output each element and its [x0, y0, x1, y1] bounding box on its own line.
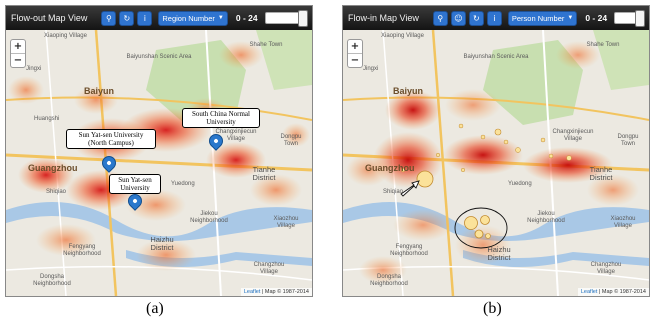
- zoom-out-button[interactable]: −: [11, 53, 25, 67]
- zoom-in-button[interactable]: +: [348, 40, 362, 53]
- leaflet-link[interactable]: Leaflet: [581, 289, 598, 295]
- region-number-select[interactable]: Region Number ▼: [158, 10, 228, 26]
- map-label: Xiaoping Village: [381, 33, 424, 39]
- map-label: Changzhou Village: [253, 262, 285, 275]
- zoom-control: + −: [10, 39, 26, 68]
- flow-in-map-panel: Flow-in Map View ⚲ ☺ ↻ i Person Number ▼…: [342, 5, 650, 297]
- caret-down-icon: ▼: [217, 15, 224, 21]
- map-label-district: Haizhu District: [150, 235, 174, 252]
- map-view-title: Flow-in Map View: [348, 13, 419, 23]
- zoom-in-button[interactable]: +: [11, 40, 25, 53]
- map-label-district: Haizhu District: [487, 245, 511, 262]
- map-label: Dongsha Neighborhood: [33, 274, 71, 287]
- info-icon[interactable]: i: [486, 10, 502, 26]
- heat-spot: [445, 89, 501, 121]
- flow-circle-marker[interactable]: [494, 128, 502, 136]
- range-slider-handle[interactable]: [298, 10, 308, 27]
- zoom-control: + −: [347, 39, 363, 68]
- flow-circle-marker[interactable]: [416, 170, 434, 188]
- map-pin-icon[interactable]: ⚲: [432, 10, 448, 26]
- map-label: Shahe Town: [249, 42, 283, 48]
- flow-circle-marker[interactable]: [464, 216, 478, 230]
- map-attribution: Leaflet | Map © 1987-2014: [240, 288, 312, 296]
- map-label-major: Guangzhou: [365, 163, 415, 173]
- select-label: Person Number: [511, 13, 565, 23]
- map-label: Changxinjiecun Village: [552, 129, 594, 142]
- range-slider[interactable]: [264, 10, 308, 27]
- select-label: Region Number: [162, 13, 215, 23]
- attribution-text: | Map © 1987-2014: [261, 289, 309, 295]
- map-label: Fengyang Neighborhood: [63, 244, 101, 257]
- leaflet-link[interactable]: Leaflet: [244, 289, 261, 295]
- map-label: Jingxi: [363, 66, 379, 72]
- map-pin-icon[interactable]: ⚲: [101, 10, 117, 26]
- info-icon[interactable]: i: [137, 10, 153, 26]
- flow-out-map-panel: Flow-out Map View ⚲ ↻ i Region Number ▼ …: [5, 5, 313, 297]
- map-label: Xiaozhou Village: [273, 216, 299, 229]
- university-callout: Sun Yat-sen University (North Campus): [66, 129, 156, 149]
- map-label-major: Baiyun: [393, 86, 424, 96]
- map-label: Shiqiao: [383, 189, 404, 195]
- flow-circle-marker[interactable]: [474, 229, 484, 239]
- map-view-title: Flow-out Map View: [11, 13, 88, 23]
- refresh-icon[interactable]: ↻: [468, 10, 484, 26]
- map-label: Huangshi: [34, 116, 60, 122]
- map-label: Jiekou Neighborhood: [190, 211, 228, 224]
- heat-spot: [393, 209, 453, 241]
- map-label: Jingxi: [26, 66, 42, 72]
- flow-circle-marker[interactable]: [515, 147, 521, 153]
- map-label: Dongpu Town: [280, 134, 302, 147]
- range-slider[interactable]: [614, 10, 645, 27]
- user-icon[interactable]: ☺: [450, 10, 466, 26]
- map-label-district: Tianhe District: [589, 165, 613, 182]
- university-callout: South China Normal University: [182, 108, 260, 128]
- map-label: Baiyunshan Scenic Area: [463, 54, 529, 60]
- map-label-district: Tianhe District: [252, 165, 276, 182]
- map-label: Yuedong: [508, 181, 532, 187]
- refresh-icon[interactable]: ↻: [119, 10, 135, 26]
- map-label: Xiaozhou Village: [610, 216, 636, 229]
- range-slider-handle[interactable]: [635, 10, 645, 27]
- map-toolbar: Flow-out Map View ⚲ ↻ i Region Number ▼ …: [6, 6, 312, 30]
- subfigure-caption: (a): [146, 300, 164, 317]
- map-label: Shiqiao: [46, 189, 67, 195]
- range-readout: 0 - 24: [585, 13, 608, 23]
- caret-down-icon: ▼: [567, 15, 574, 21]
- map-label: Dongsha Neighborhood: [370, 274, 408, 287]
- range-readout: 0 - 24: [235, 13, 258, 23]
- flow-circle-marker[interactable]: [458, 123, 464, 129]
- map-label: Yuedong: [171, 181, 195, 187]
- map-label: Shahe Town: [586, 42, 620, 48]
- attribution-text: | Map © 1987-2014: [598, 289, 646, 295]
- person-number-select[interactable]: Person Number ▼: [507, 10, 578, 26]
- map-label-major: Baiyun: [84, 86, 115, 96]
- subfigure-caption: (b): [483, 300, 502, 317]
- map-attribution: Leaflet | Map © 1987-2014: [577, 288, 649, 296]
- flow-circle-marker[interactable]: [480, 215, 490, 225]
- map-label-major: Guangzhou: [28, 163, 78, 173]
- zoom-out-button[interactable]: −: [348, 53, 362, 67]
- heat-spot: [443, 135, 523, 175]
- map-label: Baiyunshan Scenic Area: [126, 54, 192, 60]
- flow-circle-marker[interactable]: [566, 155, 572, 161]
- flow-circle-marker[interactable]: [435, 152, 441, 158]
- flow-circle-marker[interactable]: [548, 153, 554, 159]
- heat-spot: [8, 76, 44, 104]
- map-label: Dongpu Town: [617, 134, 639, 147]
- map-label: Jiekou Neighborhood: [527, 211, 565, 224]
- map-label: Fengyang Neighborhood: [390, 244, 428, 257]
- map-toolbar: Flow-in Map View ⚲ ☺ ↻ i Person Number ▼…: [343, 6, 649, 30]
- flow-circle-marker[interactable]: [460, 167, 466, 173]
- university-callout: Sun Yat-sen University: [109, 174, 161, 194]
- map-label: Changzhou Village: [590, 262, 622, 275]
- flow-circle-marker[interactable]: [485, 233, 491, 239]
- heat-spot: [385, 90, 441, 130]
- map-label: Xiaoping Village: [44, 33, 87, 39]
- flow-circle-marker[interactable]: [503, 139, 509, 145]
- flow-circle-marker[interactable]: [480, 134, 486, 140]
